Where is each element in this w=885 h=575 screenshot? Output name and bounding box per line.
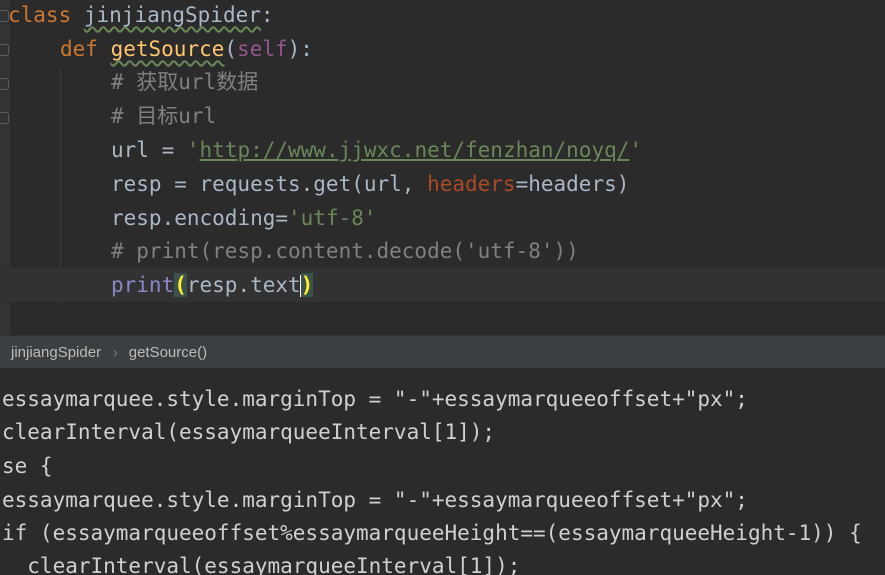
code-line-9[interactable]: print(resp.text) xyxy=(111,268,314,302)
code-line-1[interactable]: class jinjiangSpider: xyxy=(8,0,274,32)
code-line-7[interactable]: resp.encoding='utf-8' xyxy=(111,201,377,235)
attribute-text: text xyxy=(250,273,301,297)
function-name: getSource xyxy=(110,37,225,61)
matched-paren-close: ) xyxy=(300,273,314,297)
code-text: resp = requests.get(url, xyxy=(111,172,428,196)
builtin-print: print xyxy=(111,273,175,297)
breadcrumb-item-method[interactable]: getSource() xyxy=(118,344,207,361)
fold-marker-icon[interactable] xyxy=(0,78,9,90)
matched-paren-open: ( xyxy=(174,273,187,297)
breadcrumb-separator-icon: › xyxy=(113,344,118,360)
quote: ' xyxy=(629,138,643,162)
breadcrumb: jinjiangSpider › getSource() xyxy=(0,335,885,368)
keyword-def: def xyxy=(60,37,98,61)
quote: ' xyxy=(186,138,200,162)
console-line: se { xyxy=(2,454,53,478)
class-name: jinjiangSpider xyxy=(83,3,261,27)
code-text: resp.encoding= xyxy=(111,206,289,230)
code-text: resp. xyxy=(186,273,251,297)
keyword-param: headers xyxy=(427,172,516,196)
code-line-6[interactable]: resp = requests.get(url, headers=headers… xyxy=(111,167,629,201)
assignment: url = xyxy=(111,138,187,162)
fold-marker-icon[interactable] xyxy=(0,44,9,56)
console-line: clearInterval(essaymarqueeInterval[1]); xyxy=(2,554,521,575)
breadcrumb-item-class[interactable]: jinjiangSpider xyxy=(0,344,101,361)
code-editor[interactable]: class jinjiangSpider: def getSource(self… xyxy=(0,0,885,335)
fold-marker-icon[interactable] xyxy=(0,112,9,124)
code-line-8[interactable]: # print(resp.content.decode('utf-8')) xyxy=(111,234,579,268)
console-line: essaymarquee.style.marginTop = "-"+essay… xyxy=(2,488,748,512)
code-line-4[interactable]: # 目标url xyxy=(111,99,216,133)
code-line-2[interactable]: def getSource(self): xyxy=(60,32,313,66)
console-line: if (essaymarqueeoffset%essaymarqueeHeigh… xyxy=(2,521,862,545)
string-literal: 'utf-8' xyxy=(288,206,377,230)
keyword-class: class xyxy=(8,3,72,27)
run-console-output[interactable]: essaymarquee.style.marginTop = "-"+essay… xyxy=(0,368,885,575)
code-line-5[interactable]: url = 'http://www.jjwxc.net/fenzhan/noyq… xyxy=(111,133,642,167)
console-line: essaymarquee.style.marginTop = "-"+essay… xyxy=(2,387,748,411)
paren-close: ): xyxy=(287,37,313,61)
paren-open: ( xyxy=(224,37,238,61)
colon: : xyxy=(260,3,274,27)
code-line-3[interactable]: # 获取url数据 xyxy=(111,65,258,99)
code-text: =headers) xyxy=(515,172,630,196)
self-param: self xyxy=(237,37,288,61)
console-line: clearInterval(essaymarqueeInterval[1]); xyxy=(2,420,496,444)
url-link[interactable]: http://www.jjwxc.net/fenzhan/noyq/ xyxy=(200,138,630,162)
